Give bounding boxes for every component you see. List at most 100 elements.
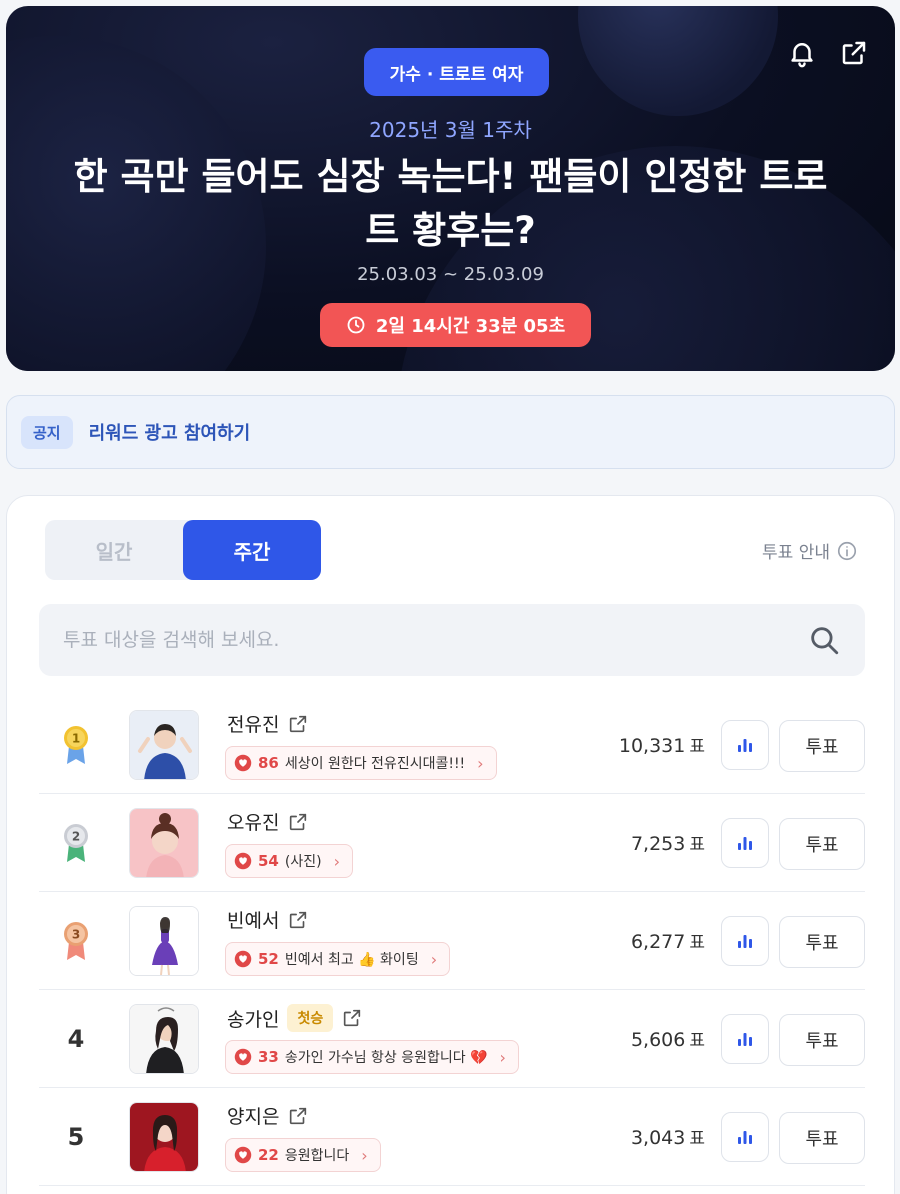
countdown-text: 2일 14시간 33분 05초: [375, 316, 566, 337]
candidate-name-line: 양지은: [227, 1102, 309, 1129]
tab-daily[interactable]: 일간: [45, 520, 183, 580]
vote-count: 10,331 표: [619, 732, 705, 757]
avatar[interactable]: [129, 1004, 199, 1074]
stats-button[interactable]: [721, 1112, 769, 1162]
avatar[interactable]: [129, 808, 199, 878]
vote-count: 3,043 표: [631, 1124, 705, 1149]
ranking-row: 3 빈예서 52 빈예서 최고 👍 화이팅 › 6,277 표 투표: [39, 892, 865, 990]
notice-banner[interactable]: 공지 리워드 광고 참여하기: [6, 395, 895, 469]
bar-chart-icon: [738, 837, 752, 850]
poll-date-range: 25.03.03 ~ 25.03.09: [357, 264, 544, 285]
vote-number: 7,253: [630, 833, 686, 855]
vote-unit: 표: [689, 933, 705, 953]
rank-number: 4: [67, 1025, 85, 1053]
cheer-text: 송가인 가수님 항상 응원합니다 💔: [284, 1050, 488, 1066]
vote-count: 7,253 표: [631, 830, 705, 855]
hero-bg-orb: [578, 6, 778, 116]
stats-button[interactable]: [721, 720, 769, 770]
vote-count: 6,277 표: [631, 928, 705, 953]
vote-button[interactable]: 투표: [779, 1014, 865, 1066]
notice-tag: 공지: [21, 415, 73, 449]
vote-number: 6,277: [630, 931, 686, 953]
cheer-message[interactable]: 33 송가인 가수님 항상 응원합니다 💔 ›: [225, 1040, 519, 1074]
candidate-name-line: 송가인 첫승: [227, 1004, 363, 1032]
category-badge: 가수 · 트로트 여자: [364, 48, 549, 96]
clock-icon: [347, 316, 365, 334]
info-icon: [837, 541, 857, 560]
vote-guide-link[interactable]: 투표 안내: [762, 538, 858, 563]
bar-chart-icon: [738, 1033, 752, 1046]
ranking-row: 5 양지은 22 응원합니다 › 3,043 표 투표: [39, 1088, 865, 1186]
ranking-row: 4 송가인 첫승 33 송가인 가수님 항상 응원합니다 💔 › 5,606 표…: [39, 990, 865, 1088]
gold-medal-icon: 1: [64, 726, 88, 764]
vote-button[interactable]: 투표: [779, 1112, 865, 1164]
external-link-icon[interactable]: [287, 909, 309, 931]
rank-medal: 1: [59, 722, 93, 768]
vote-count: 5,606 표: [631, 1026, 705, 1051]
vote-unit: 표: [689, 835, 705, 855]
candidate-name: 양지은: [227, 1106, 280, 1128]
cheer-text: (사진): [284, 854, 322, 870]
avatar[interactable]: [129, 1102, 199, 1172]
search-input[interactable]: [63, 629, 807, 651]
vote-unit: 표: [689, 1129, 705, 1149]
cheer-text: 빈예서 최고 👍 화이팅: [284, 952, 419, 968]
stats-button[interactable]: [721, 818, 769, 868]
external-link-icon[interactable]: [341, 1007, 363, 1029]
external-link-icon[interactable]: [287, 1105, 309, 1127]
vote-unit: 표: [689, 1031, 705, 1051]
bar-chart-icon: [738, 739, 752, 752]
search-icon[interactable]: [807, 623, 841, 657]
cheer-count: 54: [258, 852, 279, 870]
vote-number: 5,606: [630, 1029, 686, 1051]
cheer-count: 33: [258, 1048, 279, 1066]
chevron-right-icon: ›: [499, 1047, 506, 1067]
external-link-icon[interactable]: [287, 713, 309, 735]
cheer-count: 86: [258, 754, 279, 772]
bar-chart-icon: [738, 935, 752, 948]
candidate-name-line: 빈예서: [227, 906, 309, 933]
vote-button[interactable]: 투표: [779, 720, 865, 772]
external-link-icon[interactable]: [287, 811, 309, 833]
svg-text:3: 3: [72, 928, 80, 942]
share-icon[interactable]: [839, 38, 869, 68]
silver-medal-icon: 2: [64, 824, 88, 862]
svg-text:2: 2: [72, 830, 80, 844]
cheer-count: 52: [258, 950, 279, 968]
avatar[interactable]: [129, 710, 199, 780]
heart-icon: [234, 1048, 252, 1066]
ranking-card: 일간 주간 투표 안내 1: [6, 495, 895, 1194]
bar-chart-icon: [738, 1131, 752, 1144]
chevron-right-icon: ›: [333, 851, 340, 871]
bell-icon[interactable]: [787, 38, 817, 68]
bronze-medal-icon: 3: [64, 922, 88, 960]
svg-text:1: 1: [72, 732, 80, 746]
search-bar: [39, 604, 865, 676]
avatar[interactable]: [129, 906, 199, 976]
rank-medal: 3: [59, 918, 93, 964]
vote-button[interactable]: 투표: [779, 916, 865, 968]
cheer-message[interactable]: 54 (사진) ›: [225, 844, 353, 878]
chevron-right-icon: ›: [361, 1145, 368, 1165]
chevron-right-icon: ›: [430, 949, 438, 969]
stats-button[interactable]: [721, 916, 769, 966]
tab-weekly[interactable]: 주간: [183, 520, 321, 580]
vote-guide-label: 투표 안내: [762, 543, 830, 563]
heart-icon: [234, 1146, 252, 1164]
rank-medal: 2: [59, 820, 93, 866]
poll-title: 한 곡만 들어도 심장 녹는다! 팬들이 인정한 트로트 황후는?: [73, 155, 828, 252]
candidate-name-line: 전유진: [227, 710, 309, 737]
vote-number: 3,043: [630, 1127, 686, 1149]
candidate-name: 전유진: [227, 714, 280, 736]
cheer-message[interactable]: 22 응원합니다 ›: [225, 1138, 381, 1172]
notice-text[interactable]: 리워드 광고 참여하기: [89, 419, 251, 445]
candidate-name: 빈예서: [227, 910, 280, 932]
cheer-text: 세상이 원한다 전유진시대콜!!!: [284, 756, 466, 772]
cheer-message[interactable]: 86 세상이 원한다 전유진시대콜!!! ›: [225, 746, 497, 780]
cheer-text: 응원합니다: [284, 1148, 350, 1164]
cheer-message[interactable]: 52 빈예서 최고 👍 화이팅 ›: [225, 942, 451, 976]
vote-button[interactable]: 투표: [779, 818, 865, 870]
stats-button[interactable]: [721, 1014, 769, 1064]
candidate-name: 송가인: [227, 1008, 280, 1031]
ranking-row: 1 전유진 86 세상이 원한다 전유진시대콜!!! › 10,331 표 투표: [39, 696, 865, 794]
